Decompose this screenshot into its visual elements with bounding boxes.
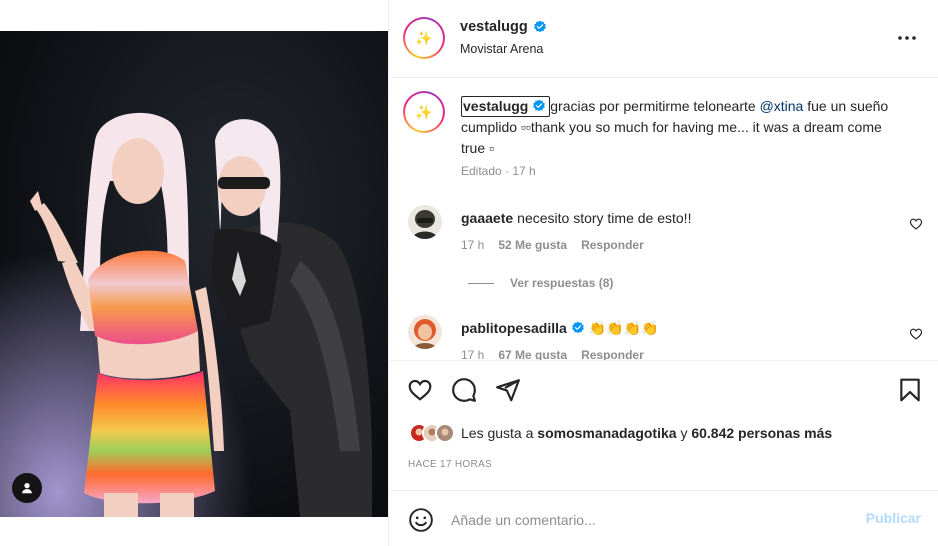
publish-button[interactable]: Publicar [866, 510, 921, 526]
comment-text: 👏👏👏👏 [588, 320, 659, 336]
comment-likes[interactable]: 67 Me gusta [498, 348, 567, 360]
author-username[interactable]: vestalugg [460, 19, 547, 35]
author-avatar[interactable]: ✨ [403, 17, 445, 59]
comment-time: 17 h [461, 348, 485, 360]
liker-username[interactable]: somosmanadagotika [537, 425, 676, 441]
liker-avatar [435, 423, 455, 443]
replies-divider [468, 282, 494, 284]
avatar-image [408, 205, 442, 239]
tagged-users-button[interactable] [12, 473, 42, 503]
avatar-image [408, 315, 442, 349]
caption-mention[interactable]: @xtina [760, 98, 804, 114]
caption-time: 17 h [512, 164, 536, 178]
commenter-avatar[interactable] [408, 205, 442, 239]
reply-button[interactable]: Responder [581, 238, 644, 252]
like-comment-icon[interactable] [909, 217, 923, 231]
view-replies-label: Ver respuestas (8) [510, 276, 614, 290]
caption-username[interactable]: vestalugg [461, 96, 551, 117]
edited-label: Editado [461, 164, 502, 178]
likes-conjunction: y [680, 425, 688, 441]
instagram-post: ✨ vestalugg Movistar Arena ✨ vestalugg g… [0, 0, 938, 546]
likes-summary: Les gusta a somosmanadagotika y 60.842 p… [409, 423, 832, 443]
view-replies-button[interactable]: Ver respuestas (8) [468, 276, 613, 290]
comment-username[interactable]: gaaaete [461, 210, 513, 226]
post-media [0, 0, 388, 546]
post-caption: vestalugg gracias por permitirme telonea… [461, 96, 901, 159]
photo-illustration [0, 31, 388, 517]
caption-text: gracias por permitirme telonearte [550, 98, 760, 114]
likes-count[interactable]: 60.842 personas más [691, 425, 832, 441]
author-username-text: vestalugg [460, 19, 528, 35]
comments-section[interactable]: ✨ vestalugg gracias por permitirme telon… [389, 79, 938, 360]
emoji-icon[interactable] [408, 507, 434, 533]
sparkle-icon: ✨ [407, 95, 441, 129]
share-icon[interactable] [495, 377, 521, 403]
bookmark-icon[interactable] [897, 377, 923, 403]
likes-text: Les gusta a somosmanadagotika y 60.842 p… [461, 425, 832, 441]
add-comment-bar: Publicar [389, 490, 938, 546]
post-time[interactable]: HACE 17 HORAS [408, 459, 492, 470]
comment-body: pablitopesadilla 👏👏👏👏 [461, 319, 659, 337]
comment-input[interactable] [451, 508, 851, 532]
comment-likes[interactable]: 52 Me gusta [498, 238, 567, 252]
post-header: ✨ vestalugg Movistar Arena [389, 0, 938, 78]
like-comment-icon[interactable] [909, 327, 923, 341]
commenter-avatar[interactable] [408, 315, 442, 349]
comment-body: gaaaete necesito story time de esto!! [461, 209, 691, 227]
caption-meta: Editado · 17 h [461, 164, 536, 178]
sparkle-icon: ✨ [407, 21, 441, 55]
likes-prefix: Les gusta a [461, 425, 534, 441]
comment-meta: 17 h 67 Me gusta Responder [461, 348, 644, 360]
comment-time: 17 h [461, 238, 485, 252]
caption-avatar[interactable]: ✨ [403, 91, 445, 133]
like-heart-icon[interactable] [407, 377, 433, 403]
user-icon [22, 483, 32, 494]
post-photo[interactable] [0, 31, 388, 517]
more-icon [898, 36, 916, 40]
comment-text: necesito story time de esto!! [517, 210, 692, 226]
verified-icon [533, 99, 546, 112]
caption-username-text: vestalugg [463, 98, 529, 114]
verified-icon [533, 20, 546, 33]
comment-username[interactable]: pablitopesadilla [461, 320, 567, 336]
comment-meta: 17 h 52 Me gusta Responder [461, 238, 644, 252]
verified-icon [571, 321, 584, 334]
post-location[interactable]: Movistar Arena [460, 42, 543, 56]
reply-button[interactable]: Responder [581, 348, 644, 360]
comment-bubble-icon[interactable] [451, 377, 477, 403]
post-actions: Les gusta a somosmanadagotika y 60.842 p… [389, 360, 938, 490]
post-panel: ✨ vestalugg Movistar Arena ✨ vestalugg g… [388, 0, 938, 546]
more-options-button[interactable] [897, 28, 917, 48]
